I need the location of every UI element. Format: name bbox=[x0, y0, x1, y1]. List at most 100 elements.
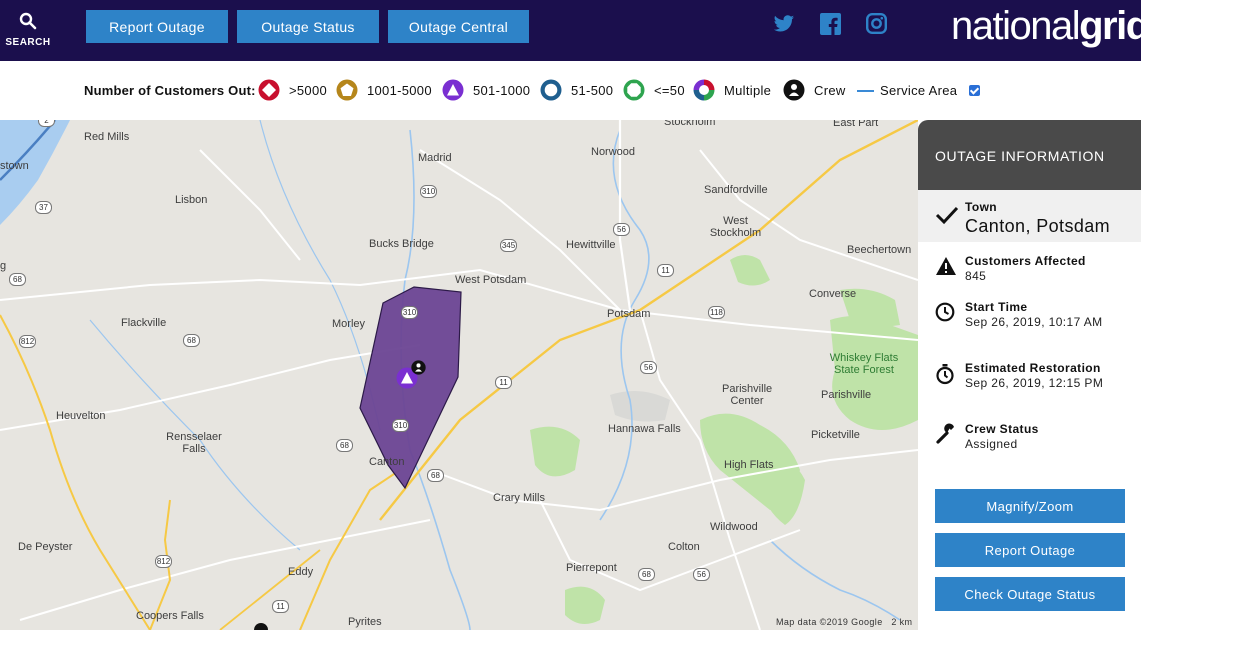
route-shield: 11 bbox=[272, 600, 289, 613]
route-shield: 345 bbox=[500, 239, 517, 252]
legend-501-1000: 501-1000 bbox=[473, 83, 531, 98]
logo-text-regular: national bbox=[951, 4, 1081, 48]
panel-title: OUTAGE INFORMATION bbox=[935, 148, 1105, 164]
route-shield: 68 bbox=[638, 568, 655, 581]
crew-status-value: Assigned bbox=[965, 437, 1018, 451]
outage-central-nav-button[interactable]: Outage Central bbox=[388, 10, 529, 43]
map-label: Rensselaer Falls bbox=[166, 431, 222, 455]
route-shield: 56 bbox=[693, 568, 710, 581]
outage-map-app: SEARCH Report Outage Outage Status Outag… bbox=[0, 0, 1150, 630]
legend-crew: Crew bbox=[814, 83, 846, 98]
facebook-icon[interactable] bbox=[820, 13, 841, 35]
legend-51-500: 51-500 bbox=[571, 83, 614, 98]
partial-crew-marker bbox=[254, 623, 268, 630]
map-label: Lisbon bbox=[175, 194, 208, 206]
checkmark-icon bbox=[935, 206, 959, 225]
search-label: SEARCH bbox=[5, 37, 51, 48]
501-1000-marker-icon bbox=[442, 79, 464, 101]
map-attribution-text: Map data ©2019 Google bbox=[776, 617, 883, 627]
map-label: Red Mills bbox=[84, 131, 130, 143]
route-shield: 310 bbox=[392, 419, 409, 432]
route-shield: 11 bbox=[495, 376, 512, 389]
panel-header: OUTAGE INFORMATION bbox=[918, 120, 1141, 190]
map-label: g bbox=[0, 260, 7, 272]
route-shield: 812 bbox=[155, 555, 172, 568]
51-500-marker-icon bbox=[540, 79, 562, 101]
map-label: Colton bbox=[668, 541, 700, 553]
wrench-icon bbox=[936, 423, 954, 444]
map-attribution: Map data ©2019 Google 2 km bbox=[776, 617, 912, 627]
map-label: Norwood bbox=[591, 146, 636, 158]
search-button[interactable]: SEARCH bbox=[0, 0, 56, 61]
route-shield: 68 bbox=[9, 273, 26, 286]
outage-status-nav-button[interactable]: Outage Status bbox=[237, 10, 379, 43]
logo-text-bold: grid bbox=[1079, 4, 1150, 48]
route-shield: 56 bbox=[613, 223, 630, 236]
legend-title: Number of Customers Out: bbox=[84, 83, 256, 98]
map-label: West Potsdam bbox=[455, 274, 527, 286]
clock-icon bbox=[935, 302, 955, 322]
map-label: Beechertown bbox=[847, 244, 912, 256]
route-shield: 310 bbox=[401, 306, 418, 319]
legend-service-area: Service Area bbox=[880, 83, 958, 98]
start-time-value: Sep 26, 2019, 10:17 AM bbox=[965, 315, 1103, 329]
national-grid-logo[interactable]: nationalgrid bbox=[951, 4, 1150, 48]
map-label: Hewittville bbox=[566, 239, 616, 251]
multiple-marker-icon bbox=[693, 79, 715, 101]
map-label: Converse bbox=[809, 288, 857, 300]
legend-multiple: Multiple bbox=[724, 83, 772, 98]
map-label: Coopers Falls bbox=[136, 610, 204, 622]
over-5000-marker-icon bbox=[258, 79, 280, 101]
customers-affected-value: 845 bbox=[965, 269, 987, 283]
map-label: Flackville bbox=[121, 317, 167, 329]
legend-under-50: <=50 bbox=[654, 83, 685, 98]
map-label: High Flats bbox=[724, 459, 774, 471]
town-value: Canton, Potsdam bbox=[965, 216, 1111, 236]
map-label: Heuvelton bbox=[56, 410, 106, 422]
crew-status-label: Crew Status bbox=[965, 422, 1039, 436]
crew-marker-icon bbox=[783, 79, 805, 101]
legend-over-5000: >5000 bbox=[289, 83, 328, 98]
outage-map[interactable]: Red Mills Madrid Norwood Stockholm East … bbox=[0, 120, 918, 630]
map-base-layer bbox=[0, 120, 918, 630]
top-nav-bar: SEARCH Report Outage Outage Status Outag… bbox=[0, 0, 1150, 61]
map-label: Potsdam bbox=[607, 308, 651, 320]
map-label: Madrid bbox=[418, 152, 452, 164]
customers-affected-label: Customers Affected bbox=[965, 254, 1086, 268]
town-label: Town bbox=[965, 200, 998, 214]
instagram-icon[interactable] bbox=[866, 13, 887, 34]
search-icon bbox=[19, 12, 37, 30]
route-shield: 11 bbox=[657, 264, 674, 277]
service-area-checkbox[interactable] bbox=[969, 85, 980, 96]
map-label: Picketville bbox=[811, 429, 860, 441]
crew-marker-on-map[interactable] bbox=[411, 360, 426, 375]
outage-info-panel: OUTAGE INFORMATION Town Canton, Potsdam … bbox=[918, 120, 1141, 630]
report-outage-button[interactable]: Report Outage bbox=[935, 533, 1125, 567]
magnify-zoom-button[interactable]: Magnify/Zoom bbox=[935, 489, 1125, 523]
check-outage-status-button[interactable]: Check Outage Status bbox=[935, 577, 1125, 611]
route-shield: 68 bbox=[183, 334, 200, 347]
route-shield: 118 bbox=[708, 306, 725, 319]
warning-icon bbox=[936, 257, 956, 275]
town-row: Town Canton, Potsdam bbox=[918, 190, 1141, 242]
map-label: Pierrepont bbox=[566, 562, 617, 574]
map-label: Pyrites bbox=[348, 616, 382, 628]
report-outage-nav-button[interactable]: Report Outage bbox=[86, 10, 228, 43]
legend-1001-5000: 1001-5000 bbox=[367, 83, 432, 98]
map-label: Whiskey Flats State Forest bbox=[829, 352, 899, 376]
stopwatch-icon bbox=[936, 364, 954, 385]
route-shield: 37 bbox=[35, 201, 52, 214]
route-shield: 56 bbox=[640, 361, 657, 374]
route-shield: 68 bbox=[427, 469, 444, 482]
twitter-icon[interactable] bbox=[773, 13, 795, 35]
map-label: Hannawa Falls bbox=[608, 423, 681, 435]
map-label: Canton bbox=[369, 456, 405, 468]
map-label: Parishville Center bbox=[722, 383, 773, 407]
map-scale: 2 km bbox=[891, 617, 913, 627]
route-shield: 310 bbox=[420, 185, 437, 198]
start-time-label: Start Time bbox=[965, 300, 1028, 314]
map-label: Crary Mills bbox=[493, 492, 545, 504]
map-label: East Part bbox=[833, 120, 879, 129]
service-area-line-icon bbox=[857, 90, 874, 92]
under-50-marker-icon bbox=[623, 79, 645, 101]
